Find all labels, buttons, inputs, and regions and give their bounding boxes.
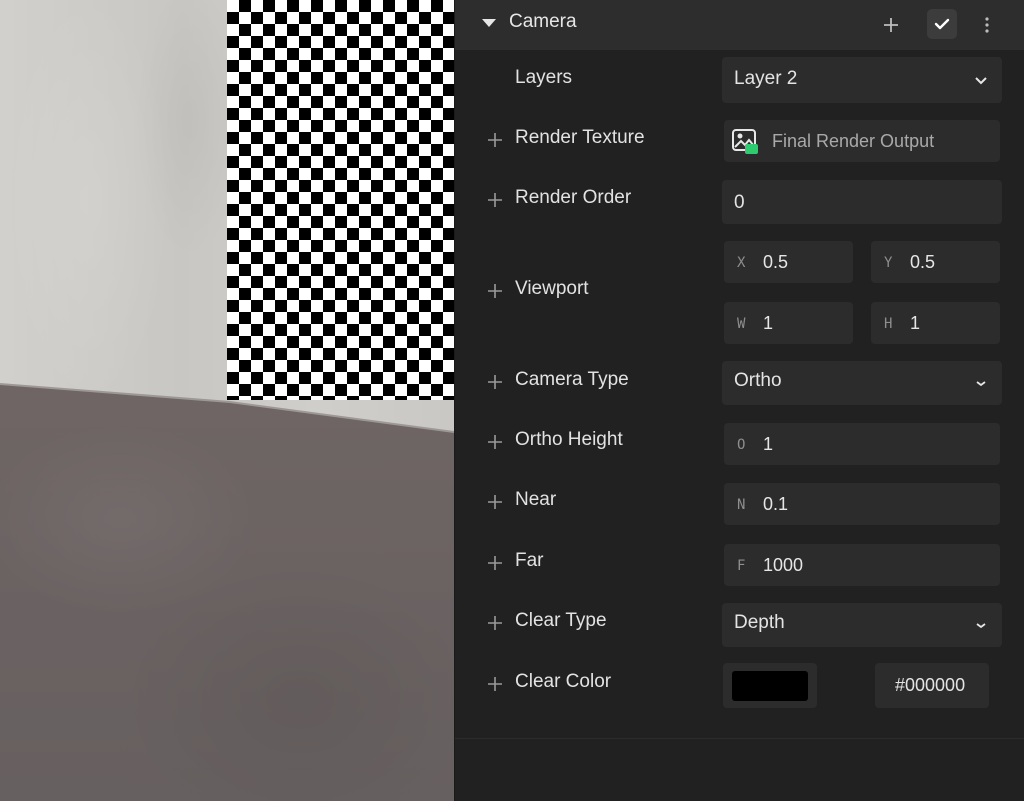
render-texture-field[interactable]: Final Render Output — [724, 120, 1000, 162]
clear-color-hex-input[interactable]: #000000 — [875, 663, 989, 708]
near-label: Near — [515, 489, 557, 510]
section-divider — [455, 738, 1024, 739]
far-input[interactable]: F 1000 — [724, 544, 1000, 586]
n-prefix: N — [737, 497, 746, 513]
clear-type-label: Clear Type — [515, 610, 607, 631]
chevron-down-icon — [976, 381, 986, 387]
viewport-label: Viewport — [515, 278, 589, 299]
clear-type-value: Depth — [734, 612, 785, 633]
plus-icon[interactable] — [487, 434, 503, 450]
render-texture-value: Final Render Output — [772, 131, 935, 151]
near-input[interactable]: N 0.1 — [724, 483, 1000, 525]
plus-icon[interactable] — [487, 676, 503, 692]
plus-icon[interactable] — [487, 555, 503, 571]
layers-dropdown[interactable]: Layer 2 — [722, 57, 1002, 103]
o-prefix: O — [737, 437, 746, 453]
checkmark-icon — [934, 18, 950, 30]
viewport-w-value: 1 — [763, 313, 774, 333]
viewport-y-value: 0.5 — [910, 252, 936, 272]
add-icon-button[interactable] — [879, 13, 903, 37]
clear-color-label: Clear Color — [515, 671, 612, 692]
ortho-height-input[interactable]: O 1 — [724, 423, 1000, 465]
component-title: Camera — [509, 11, 577, 32]
camera-type-label: Camera Type — [515, 369, 629, 390]
render-texture-label: Render Texture — [515, 127, 645, 148]
render-order-value: 0 — [734, 192, 745, 213]
viewport-x-value: 0.5 — [763, 252, 789, 272]
f-prefix: F — [737, 558, 746, 574]
viewport-h-input[interactable]: H 1 — [871, 302, 1000, 344]
camera-component-header[interactable]: Camera — [455, 0, 1024, 50]
color-swatch — [732, 671, 808, 701]
far-label: Far — [515, 550, 544, 571]
ortho-height-label: Ortho Height — [515, 429, 623, 450]
far-value: 1000 — [763, 555, 804, 575]
layers-label: Layers — [515, 67, 573, 88]
camera-type-dropdown[interactable]: Ortho — [722, 361, 1002, 405]
chevron-down-icon — [976, 623, 986, 629]
y-prefix: Y — [884, 255, 893, 271]
chevron-down-icon — [975, 77, 987, 85]
plus-icon[interactable] — [487, 494, 503, 510]
near-value: 0.1 — [763, 494, 789, 514]
plus-icon[interactable] — [487, 374, 503, 390]
render-texture-icon — [732, 129, 758, 154]
enabled-toggle-button[interactable] — [927, 9, 957, 39]
plus-icon[interactable] — [487, 283, 503, 299]
clear-type-dropdown[interactable]: Depth — [722, 603, 1002, 647]
caret-down-icon[interactable] — [481, 17, 497, 29]
inspector-panel: Camera Layers Layer 2 Render Texture Fin… — [454, 0, 1024, 801]
x-prefix: X — [737, 255, 746, 271]
viewport-w-input[interactable]: W 1 — [724, 302, 853, 344]
viewport-h-value: 1 — [910, 313, 921, 333]
scene-viewport[interactable] — [0, 0, 454, 801]
viewport-y-input[interactable]: Y 0.5 — [871, 241, 1000, 283]
checkerboard-render-plane — [227, 0, 454, 400]
h-prefix: H — [884, 316, 893, 332]
layers-value: Layer 2 — [734, 68, 798, 89]
plus-icon[interactable] — [487, 132, 503, 148]
render-order-label: Render Order — [515, 187, 632, 208]
viewport-x-input[interactable]: X 0.5 — [724, 241, 853, 283]
plus-icon[interactable] — [487, 615, 503, 631]
w-prefix: W — [737, 316, 746, 332]
ortho-height-value: 1 — [763, 434, 774, 454]
more-options-icon[interactable] — [979, 13, 995, 37]
clear-color-hex-value: #000000 — [895, 675, 966, 695]
camera-type-value: Ortho — [734, 370, 782, 391]
plus-icon[interactable] — [487, 192, 503, 208]
clear-color-swatch-button[interactable] — [723, 663, 817, 708]
render-order-input[interactable]: 0 — [722, 180, 1002, 224]
